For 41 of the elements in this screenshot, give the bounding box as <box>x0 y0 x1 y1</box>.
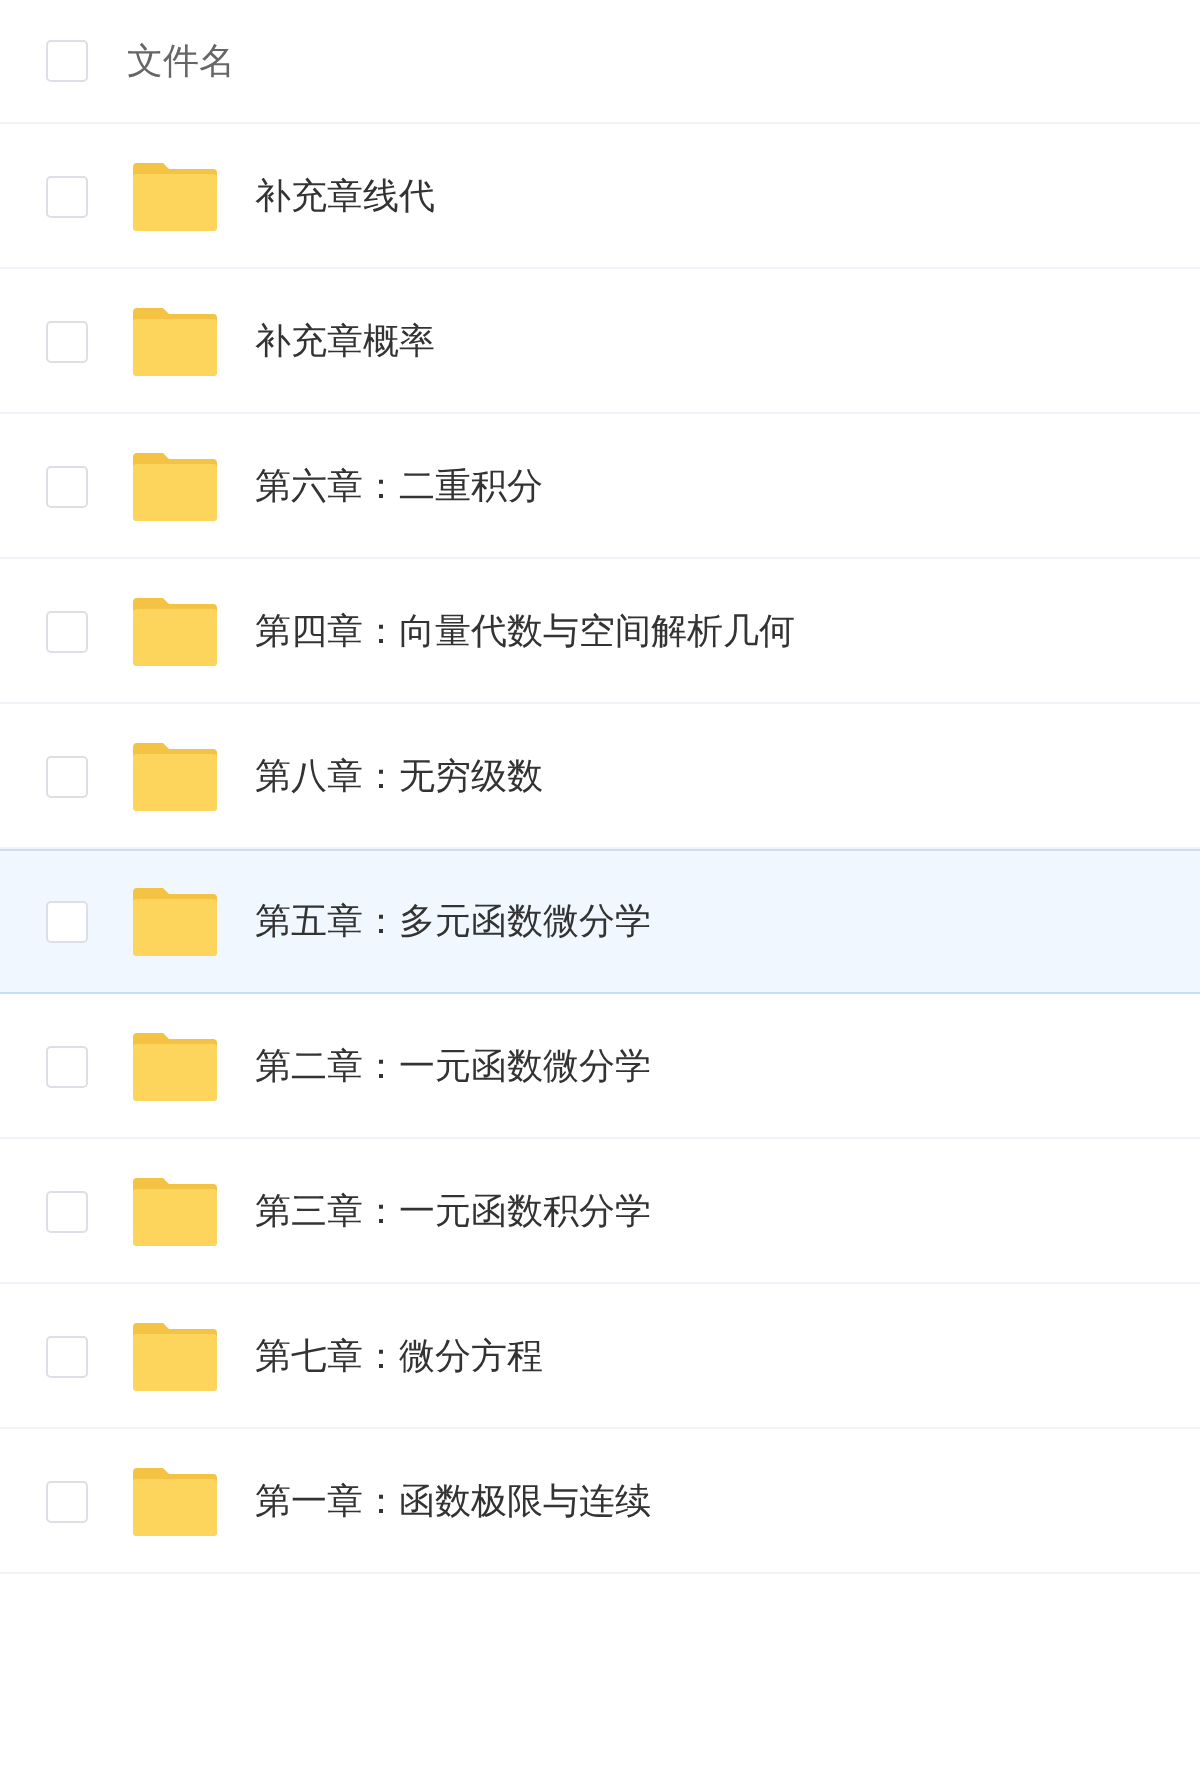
file-row[interactable]: 补充章概率 <box>0 269 1200 414</box>
file-row[interactable]: 第三章：一元函数积分学 <box>0 1139 1200 1284</box>
folder-name: 第八章：无穷级数 <box>255 754 543 798</box>
file-row[interactable]: 第四章：向量代数与空间解析几何 <box>0 559 1200 704</box>
folder-icon <box>133 597 217 666</box>
folder-icon <box>133 162 217 231</box>
file-row[interactable]: 第一章：函数极限与连续 <box>0 1429 1200 1574</box>
checkbox[interactable] <box>46 175 88 218</box>
file-row[interactable]: 补充章线代 <box>0 124 1200 269</box>
folder-icon <box>133 1322 217 1391</box>
folder-icon <box>133 307 217 376</box>
column-header: 文件名 <box>127 38 235 83</box>
checkbox[interactable] <box>46 40 88 82</box>
checkbox[interactable] <box>46 755 88 798</box>
folder-name: 第一章：函数极限与连续 <box>255 1479 651 1523</box>
checkbox[interactable] <box>46 1045 88 1088</box>
file-row[interactable]: 第七章：微分方程 <box>0 1284 1200 1429</box>
checkbox[interactable] <box>46 465 88 508</box>
folder-name: 补充章线代 <box>255 174 435 218</box>
folder-name: 补充章概率 <box>255 319 435 363</box>
file-row[interactable]: 第五章：多元函数微分学 <box>0 849 1200 994</box>
folder-name: 第三章：一元函数积分学 <box>255 1189 651 1233</box>
checkbox[interactable] <box>46 610 88 653</box>
checkbox[interactable] <box>46 320 88 363</box>
checkbox[interactable] <box>46 1190 88 1233</box>
folder-icon <box>133 1177 217 1246</box>
folder-icon <box>133 452 217 521</box>
checkbox[interactable] <box>46 900 88 943</box>
folder-name: 第六章：二重积分 <box>255 464 543 508</box>
folder-name: 第四章：向量代数与空间解析几何 <box>255 609 795 653</box>
folder-icon <box>133 887 217 956</box>
folder-icon <box>133 1032 217 1101</box>
checkbox[interactable] <box>46 1335 88 1378</box>
folder-icon <box>133 1467 217 1536</box>
folder-name: 第五章：多元函数微分学 <box>255 899 651 943</box>
folder-name: 第七章：微分方程 <box>255 1334 543 1378</box>
file-row[interactable]: 第六章：二重积分 <box>0 414 1200 559</box>
folder-icon <box>133 742 217 811</box>
folder-name: 第二章：一元函数微分学 <box>255 1044 651 1088</box>
file-row[interactable]: 第二章：一元函数微分学 <box>0 994 1200 1139</box>
checkbox[interactable] <box>46 1480 88 1523</box>
